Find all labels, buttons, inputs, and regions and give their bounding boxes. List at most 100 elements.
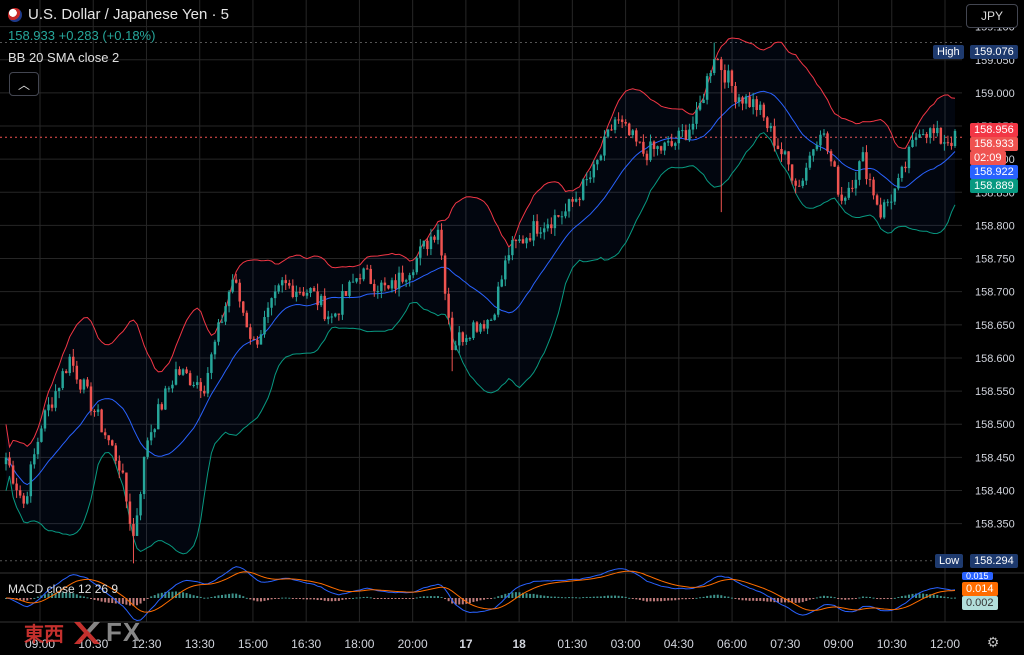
candle-body <box>748 96 751 108</box>
candle-body <box>231 279 234 292</box>
macd-histogram-bar <box>82 596 85 598</box>
symbol-title[interactable]: U.S. Dollar / Japanese Yen · 5 <box>8 6 229 23</box>
candle-body <box>284 280 287 284</box>
macd-histogram-bar <box>242 596 245 598</box>
macd-histogram-bar <box>153 595 156 598</box>
candle-body <box>489 319 493 321</box>
candle-body <box>872 179 875 196</box>
candle <box>443 253 447 301</box>
candle-body <box>475 322 479 332</box>
collapse-legend-button[interactable]: ︿ <box>9 72 39 96</box>
macd-histogram-bar <box>805 598 808 601</box>
macd-histogram-bar <box>833 597 836 599</box>
macd-histogram-bar <box>596 596 599 598</box>
candle-body <box>716 59 719 61</box>
candle-body <box>33 454 36 465</box>
price-tick-label: 158.450 <box>975 452 1015 464</box>
macd-histogram-bar <box>794 598 797 603</box>
candle-body <box>167 388 171 390</box>
macd-histogram-bar <box>617 595 620 598</box>
macd-histogram-bar <box>401 598 404 599</box>
macd-histogram-bar <box>323 598 326 601</box>
macd-histogram-bar <box>352 597 355 599</box>
candle-body <box>330 316 334 318</box>
macd-histogram-bar <box>716 594 719 598</box>
macd-histogram-bar <box>720 595 723 598</box>
candle-body <box>323 295 326 320</box>
macd-histogram-bar <box>656 598 659 602</box>
candle-body <box>532 221 535 241</box>
macd-value: 0.015 <box>962 572 993 580</box>
candle-body <box>755 99 758 111</box>
candle-body <box>185 369 188 374</box>
macd-histogram-bar <box>440 597 443 599</box>
candle-body <box>744 96 748 104</box>
candle-body <box>18 490 22 496</box>
candle-body <box>203 390 206 394</box>
macd-histogram-bar <box>263 598 266 601</box>
candle-body <box>525 238 528 244</box>
candle-body <box>86 379 89 387</box>
macd-histogram-bar <box>210 596 213 598</box>
time-tick-label: 10:30 <box>877 637 907 651</box>
candle-body <box>139 494 142 516</box>
macd-histogram-bar <box>844 598 847 600</box>
candle-body <box>288 283 291 286</box>
candle-body <box>812 149 815 156</box>
macd-histogram-bar <box>93 598 96 600</box>
candle-body <box>68 356 71 374</box>
low-value: 158.294 <box>970 554 1018 568</box>
candle-body <box>351 281 355 283</box>
macd-histogram-bar <box>36 596 39 598</box>
candle-body <box>443 255 447 294</box>
macd-histogram-bar <box>798 598 801 603</box>
macd-histogram-bar <box>419 596 422 598</box>
indicator-legend-bb[interactable]: BB 20 SMA close 2 <box>8 50 119 65</box>
macd-histogram-bar <box>475 598 478 602</box>
macd-histogram-bar <box>748 598 751 601</box>
macd-histogram-bar <box>146 598 149 599</box>
candle <box>953 129 957 148</box>
macd-histogram-bar <box>359 597 362 599</box>
candle-body <box>737 97 741 103</box>
macd-histogram-bar <box>213 596 216 598</box>
macd-histogram-bar <box>291 598 294 599</box>
bb-lower-value: 158.889 <box>970 179 1018 193</box>
macd-histogram-bar <box>858 597 861 599</box>
time-tick-label: 01:30 <box>557 637 587 651</box>
logo-x-icon <box>74 621 100 644</box>
macd-histogram-bar <box>660 598 663 602</box>
macd-histogram-bar <box>288 597 291 599</box>
candle-body <box>82 379 86 390</box>
macd-histogram-bar <box>79 595 82 598</box>
candle-body <box>422 240 426 247</box>
macd-histogram-bar <box>337 598 340 601</box>
candle-body <box>705 76 709 100</box>
currency-button[interactable]: JPY <box>966 4 1018 28</box>
macd-histogram-bar <box>688 598 691 599</box>
candle-body <box>496 286 500 315</box>
price-chart[interactable]: 159.100159.050159.000158.950158.900158.8… <box>0 0 1024 655</box>
macd-histogram-bar <box>100 598 103 602</box>
candle-body <box>659 146 663 151</box>
candle-body <box>256 339 259 345</box>
candle-body <box>801 180 804 186</box>
candle-body <box>4 457 8 465</box>
candle <box>146 437 149 460</box>
candle-body <box>450 317 454 351</box>
candle-body <box>319 295 323 306</box>
macd-histogram-bar <box>398 598 401 599</box>
macd-histogram-bar <box>302 598 305 600</box>
macd-legend[interactable]: MACD close 12 26 9 <box>8 582 118 596</box>
gear-icon[interactable]: ⚙ <box>985 634 1001 650</box>
macd-histogram-bar <box>355 597 358 599</box>
macd-histogram-bar <box>837 598 840 599</box>
macd-histogram-bar <box>550 596 553 598</box>
candle-body <box>266 307 270 318</box>
candle-body <box>54 391 57 408</box>
candle-body <box>206 372 210 394</box>
candle <box>496 281 500 318</box>
price-tick-label: 158.800 <box>975 220 1015 232</box>
time-tick-label: 04:30 <box>664 637 694 651</box>
candle <box>627 122 631 137</box>
